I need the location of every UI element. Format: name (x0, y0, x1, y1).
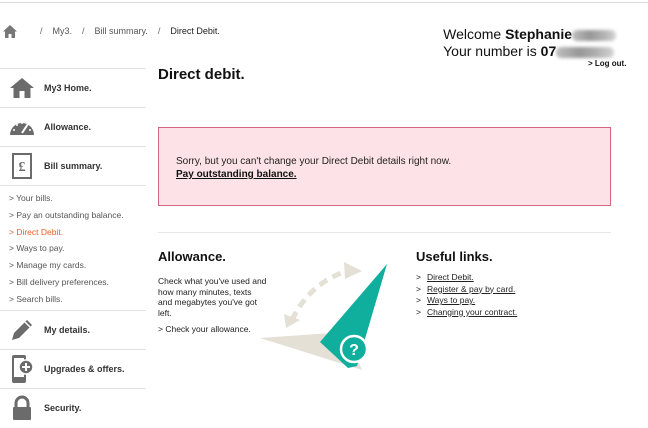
gauge-icon (0, 118, 44, 136)
alert-message: Sorry, but you can't change your Direct … (176, 156, 452, 167)
sidebar-item-label: My3 Home. (44, 83, 92, 93)
link-bullet: > (416, 272, 421, 282)
link-register-pay-card[interactable]: Register & pay by card. (427, 284, 515, 294)
lock-icon (0, 395, 44, 421)
logout-link[interactable]: > Log out. (588, 59, 626, 68)
breadcrumb-separator: / (157, 26, 161, 36)
subnav-bill-delivery[interactable]: > Bill delivery preferences. (9, 274, 146, 291)
check-allowance-link[interactable]: > Check your allowance. (158, 324, 251, 334)
welcome-name: Stephanie (505, 26, 572, 42)
subnav-direct-debit[interactable]: > Direct Debit. (9, 224, 146, 241)
welcome-block: Welcome Stephanie Your number is 07 (443, 26, 616, 60)
allowance-title: Allowance. (158, 249, 226, 264)
sidebar-item-label: Upgrades & offers. (44, 363, 125, 374)
pay-outstanding-link[interactable]: Pay outstanding balance. (176, 168, 610, 181)
breadcrumb-bill-summary[interactable]: Bill summary. (95, 26, 148, 36)
section-divider (158, 232, 611, 233)
bill-subnav: > Your bills. > Pay an outstanding balan… (0, 185, 146, 310)
breadcrumb: / My3. / Bill summary. / Direct Debit. (2, 22, 220, 40)
breadcrumb-my3[interactable]: My3. (53, 26, 73, 36)
allowance-illustration: ? (260, 262, 387, 370)
link-direct-debit[interactable]: Direct Debit. (427, 272, 474, 282)
subnav-manage-cards[interactable]: > Manage my cards. (9, 257, 146, 274)
question-mark-icon: ? (349, 342, 359, 359)
sidebar: My3 Home. Allowance. £ Bill summary. > Y… (0, 68, 146, 427)
dashed-arrow-path (289, 267, 351, 322)
sidebar-item-label: Security. (44, 402, 82, 413)
sidebar-item-upgrades[interactable]: Upgrades & offers. (0, 348, 146, 388)
redacted-number (556, 46, 615, 58)
link-bullet: > (416, 306, 421, 317)
breadcrumb-separator: / (82, 26, 85, 36)
useful-link-item: > Register & pay by card. (416, 284, 517, 296)
useful-link-item: > Changing your contract. (416, 307, 517, 319)
pencil-icon (0, 317, 44, 343)
link-bullet: > (416, 295, 421, 306)
useful-links-title: Useful links. (416, 249, 493, 264)
phone-plus-icon (0, 354, 44, 384)
sidebar-item-label: Bill summary. (44, 161, 103, 171)
subnav-ways-to-pay[interactable]: > Ways to pay. (9, 240, 146, 257)
sidebar-item-allowance[interactable]: Allowance. (0, 107, 146, 146)
link-changing-contract[interactable]: Changing your contract. (427, 307, 517, 317)
welcome-prefix: Welcome (443, 26, 502, 42)
svg-text:£: £ (19, 160, 26, 175)
link-bullet: > (416, 283, 421, 294)
link-ways-to-pay[interactable]: Ways to pay. (427, 295, 475, 305)
sidebar-item-label: Allowance. (44, 122, 92, 132)
sidebar-item-security[interactable]: Security. (0, 387, 146, 427)
redacted-surname (572, 29, 616, 41)
number-prefix: Your number is (443, 43, 537, 59)
alert-box: Sorry, but you can't change your Direct … (158, 127, 611, 206)
sidebar-item-bill-summary[interactable]: £ Bill summary. (0, 146, 146, 185)
subnav-your-bills[interactable]: > Your bills. (9, 190, 146, 207)
sidebar-item-my3-home[interactable]: My3 Home. (0, 68, 146, 107)
home-icon[interactable] (2, 24, 18, 39)
useful-link-item: > Direct Debit. (416, 272, 517, 284)
useful-links-list: > Direct Debit. > Register & pay by card. … (416, 272, 517, 318)
bill-icon: £ (0, 153, 44, 179)
page-title: Direct debit. (158, 66, 245, 83)
sidebar-item-my-details[interactable]: My details. (0, 309, 146, 349)
home-icon (0, 77, 44, 99)
breadcrumb-current: Direct Debit. (170, 26, 220, 36)
breadcrumb-separator: / (40, 26, 43, 36)
sidebar-item-label: My details. (44, 324, 91, 335)
useful-link-item: > Ways to pay. (416, 295, 517, 307)
subnav-pay-outstanding[interactable]: > Pay an outstanding balance. (9, 207, 146, 224)
subnav-search-bills[interactable]: > Search bills. (9, 291, 146, 308)
allowance-text: Check what you've used and how many minu… (158, 276, 267, 318)
arrow-head-up-icon (344, 262, 362, 279)
number-visible: 07 (540, 43, 557, 59)
top-divider (0, 2, 648, 3)
